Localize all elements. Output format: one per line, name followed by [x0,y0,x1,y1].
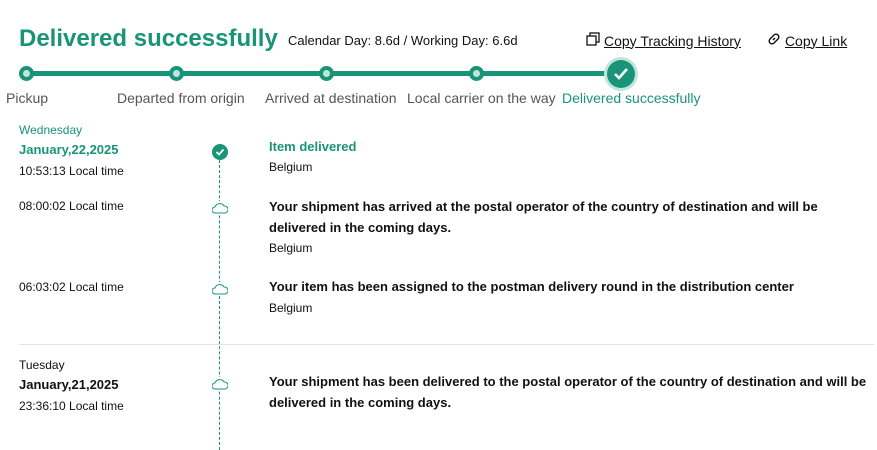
stage-departed-marker [169,66,184,81]
event-location: Belgium [269,241,313,255]
event-title: Your shipment has arrived at the postal … [269,199,818,235]
day-date: January,21,2025 [19,377,119,392]
transit-days: Calendar Day: 8.6d / Working Day: 6.6d [288,33,518,48]
copy-tracking-history-link[interactable]: Copy Tracking History [586,32,741,49]
day-date: January,22,2025 [19,142,119,157]
day-weekday: Tuesday [19,358,65,372]
page-title: Delivered successfully [19,25,278,52]
event-time: 08:00:02 Local time [19,199,124,213]
stage-pickup-marker [19,66,34,81]
cloud-icon [211,282,229,295]
link-icon [767,32,781,49]
copy-tracking-history-label: Copy Tracking History [604,32,741,49]
event-location: Belgium [269,160,313,174]
copy-icon [586,32,600,49]
stage-label-delivered: Delivered successfully [562,90,701,106]
stage-delivered-marker [607,60,635,88]
stage-label-arrived: Arrived at destination [265,90,397,106]
event-time: 23:36:10 Local time [19,399,124,413]
event-title: Item delivered [269,139,357,154]
day-divider [19,344,874,345]
stage-label-departed: Departed from origin [117,90,245,106]
event-time: 10:53:13 Local time [19,164,124,178]
stage-label-pickup: Pickup [6,90,49,106]
delivered-check-icon [212,144,228,160]
stage-local-carrier-marker [469,66,484,81]
event-time: 06:03:02 Local time [19,280,124,294]
copy-link-link[interactable]: Copy Link [767,32,847,49]
event-location: Belgium [269,301,313,315]
check-icon [614,68,628,80]
cloud-icon [211,201,229,214]
copy-link-label: Copy Link [784,32,848,49]
cloud-icon [211,377,229,390]
stage-arrived-marker [319,66,334,81]
day-weekday: Wednesday [19,123,83,137]
stage-label-local-carrier: Local carrier on the way [407,90,556,106]
event-title: Your shipment has been delivered to the … [269,374,867,410]
event-title: Your item has been assigned to the postm… [269,279,794,294]
